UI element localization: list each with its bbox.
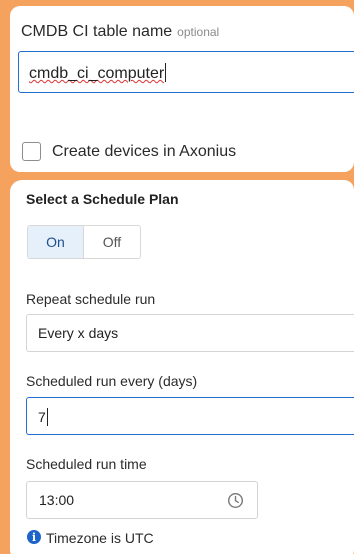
cmdb-settings-card: CMDB CI table name optional cmdb_ci_compu… bbox=[10, 6, 354, 172]
create-devices-label: Create devices in Axonius bbox=[52, 143, 237, 160]
optional-hint: optional bbox=[177, 25, 220, 39]
run-time-input[interactable]: 13:00 bbox=[26, 481, 258, 519]
text-caret bbox=[46, 408, 48, 426]
repeat-schedule-label: Repeat schedule run bbox=[26, 291, 156, 307]
run-every-label: Scheduled run every (days) bbox=[26, 373, 198, 389]
text-caret bbox=[165, 63, 167, 82]
run-time-label: Scheduled run time bbox=[26, 456, 147, 472]
toggle-off-button[interactable]: Off bbox=[84, 226, 140, 258]
repeat-schedule-value: Every x days bbox=[38, 325, 119, 341]
run-every-input[interactable]: 7 bbox=[26, 397, 354, 435]
cmdb-table-value-text: cmdb_ci_computer bbox=[29, 65, 165, 82]
clock-icon[interactable] bbox=[227, 492, 244, 509]
schedule-toggle: On Off bbox=[27, 225, 141, 259]
toggle-on-button[interactable]: On bbox=[28, 226, 84, 258]
cmdb-table-label: CMDB CI table name optional bbox=[21, 23, 219, 41]
timezone-note: Timezone is UTC bbox=[46, 530, 154, 546]
cmdb-table-input-value: cmdb_ci_computer bbox=[29, 63, 167, 83]
run-every-value: 7 bbox=[38, 408, 48, 426]
repeat-schedule-select[interactable]: Every x days bbox=[26, 314, 354, 352]
info-icon: i bbox=[27, 530, 41, 544]
run-every-value-text: 7 bbox=[38, 409, 46, 425]
schedule-settings-card: Select a Schedule Plan On Off Repeat sch… bbox=[10, 180, 354, 554]
schedule-plan-title: Select a Schedule Plan bbox=[26, 191, 179, 207]
create-devices-checkbox[interactable] bbox=[22, 142, 41, 161]
cmdb-table-label-text: CMDB CI table name bbox=[21, 23, 173, 40]
cmdb-table-input[interactable]: cmdb_ci_computer bbox=[18, 51, 354, 93]
run-time-value: 13:00 bbox=[39, 492, 75, 508]
